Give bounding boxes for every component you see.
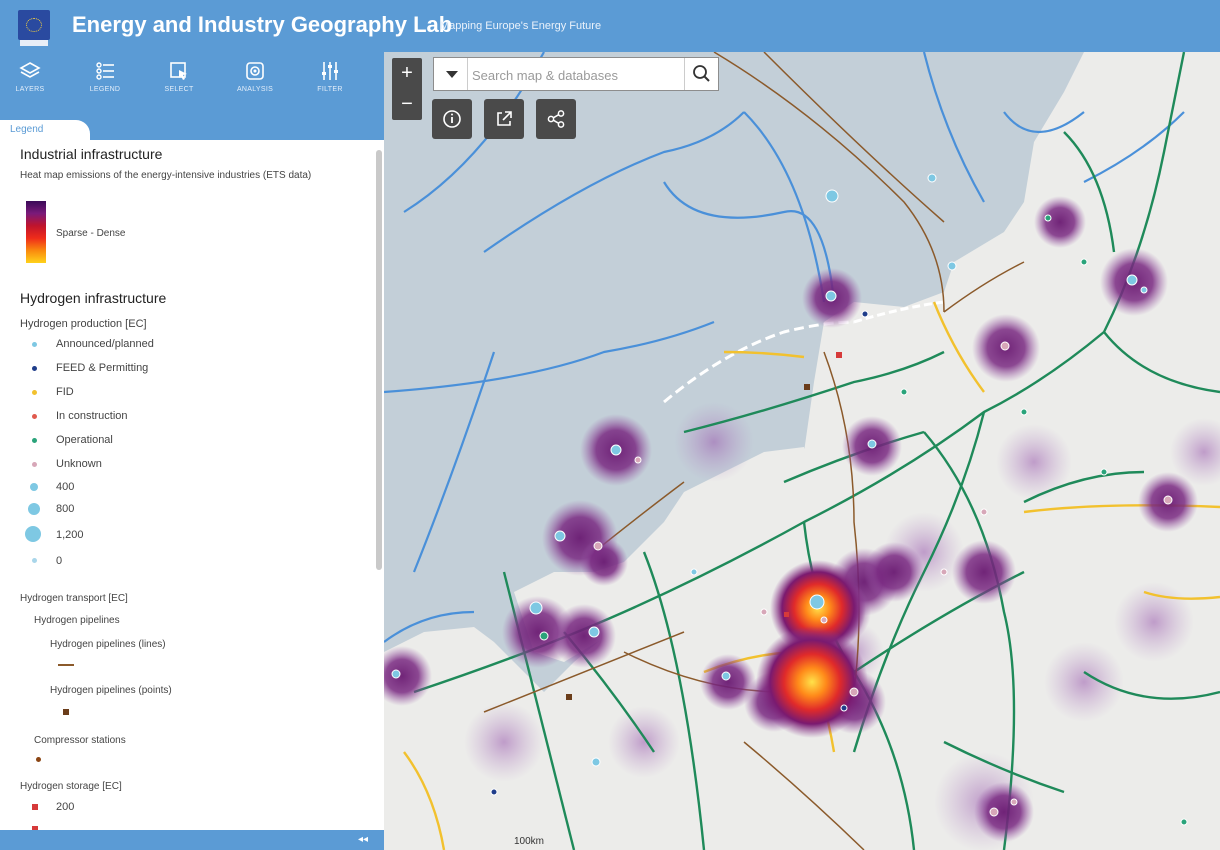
compressor-swatch	[36, 757, 41, 762]
filter-button[interactable]: FILTER	[300, 58, 360, 108]
status-label: Unknown	[56, 458, 102, 470]
pipelines-title: Hydrogen pipelines	[34, 615, 120, 626]
select-label: SELECT	[164, 86, 194, 93]
status-label: FID	[56, 386, 74, 398]
status-marker	[32, 414, 37, 419]
info-button[interactable]	[432, 99, 472, 139]
zoom-out-button[interactable]: −	[392, 89, 422, 120]
industrial-title: Industrial infrastructure	[20, 146, 163, 162]
select-button[interactable]: SELECT	[149, 58, 209, 108]
status-label: Operational	[56, 434, 113, 446]
size-label: 800	[56, 503, 75, 515]
heatmap-gradient	[26, 201, 46, 263]
legend-label: LEGEND	[89, 86, 121, 93]
select-cursor-icon	[170, 62, 187, 80]
gradient-label: Sparse - Dense	[56, 228, 126, 239]
sidebar-toolbar: LAYERS LEGEND SELECT ANALYSIS FILTER	[0, 52, 384, 116]
pipeline-point-swatch	[63, 709, 69, 715]
zoom-control: + −	[392, 58, 422, 120]
size-marker	[28, 503, 40, 515]
status-marker	[32, 462, 37, 467]
status-marker	[32, 366, 37, 371]
zoom-in-button[interactable]: +	[392, 58, 422, 89]
filter-label: FILTER	[317, 86, 343, 93]
status-marker	[32, 390, 37, 395]
eu-logo	[18, 10, 50, 46]
external-link-icon	[497, 111, 512, 126]
storage-value: 200	[56, 801, 75, 813]
search-input[interactable]	[472, 64, 678, 86]
size-label: 0	[56, 555, 63, 567]
status-marker	[32, 438, 37, 443]
storage-swatch	[32, 804, 38, 810]
legend-panel: Industrial infrastructure Heat map emiss…	[0, 140, 384, 830]
scale-label: 100km	[514, 836, 545, 847]
compressor-label: Compressor stations	[34, 735, 126, 746]
share-button[interactable]	[536, 99, 576, 139]
hydrogen-title: Hydrogen infrastructure	[20, 290, 167, 306]
open-external-button[interactable]	[484, 99, 524, 139]
map-search	[433, 57, 719, 91]
analysis-button[interactable]: ANALYSIS	[225, 58, 285, 108]
layers-icon	[19, 62, 41, 78]
info-icon	[443, 110, 461, 128]
map-basemap	[384, 52, 1220, 850]
app-title: Energy and Industry Geography Lab	[72, 12, 453, 37]
app-subtitle: Mapping Europe's Energy Future	[440, 20, 602, 32]
status-marker	[32, 342, 37, 347]
size-marker	[32, 558, 37, 563]
collapse-panel-icon[interactable]: ◂◂	[358, 834, 368, 845]
tab-bar: Legend	[0, 116, 384, 140]
status-label: Announced/planned	[56, 338, 154, 350]
analysis-gear-icon	[246, 62, 264, 80]
tab-legend[interactable]: Legend	[0, 120, 90, 140]
pipeline-line-swatch	[58, 664, 74, 666]
status-label: In construction	[56, 410, 128, 422]
layers-label: LAYERS	[15, 86, 45, 93]
pipelines-points-label: Hydrogen pipelines (points)	[50, 685, 172, 696]
size-marker	[30, 483, 38, 491]
layers-button[interactable]: LAYERS	[0, 58, 60, 108]
legend-scrollbar[interactable]	[376, 150, 382, 570]
size-label: 1,200	[56, 529, 84, 541]
legend-list-icon	[96, 62, 114, 80]
storage-title: Hydrogen storage [EC]	[20, 781, 122, 792]
size-label: 400	[56, 481, 75, 493]
analysis-label: ANALYSIS	[236, 86, 274, 93]
search-button[interactable]	[684, 58, 718, 90]
search-scope-dropdown[interactable]	[434, 58, 468, 90]
filter-sliders-icon	[322, 62, 338, 80]
transport-title: Hydrogen transport [EC]	[20, 593, 128, 604]
app-header: Energy and Industry Geography Lab Mappin…	[0, 0, 1220, 52]
pipelines-lines-label: Hydrogen pipelines (lines)	[50, 639, 166, 650]
sidebar-footer: ◂◂	[0, 830, 384, 850]
heatmap-label: Heat map emissions of the energy-intensi…	[20, 170, 312, 181]
status-label: FEED & Permitting	[56, 362, 149, 374]
legend-button[interactable]: LEGEND	[75, 58, 135, 108]
share-icon	[547, 110, 565, 128]
search-icon	[693, 65, 710, 82]
production-title: Hydrogen production [EC]	[20, 318, 147, 330]
size-marker	[25, 526, 41, 542]
map-canvas[interactable]: 100km	[384, 52, 1220, 850]
